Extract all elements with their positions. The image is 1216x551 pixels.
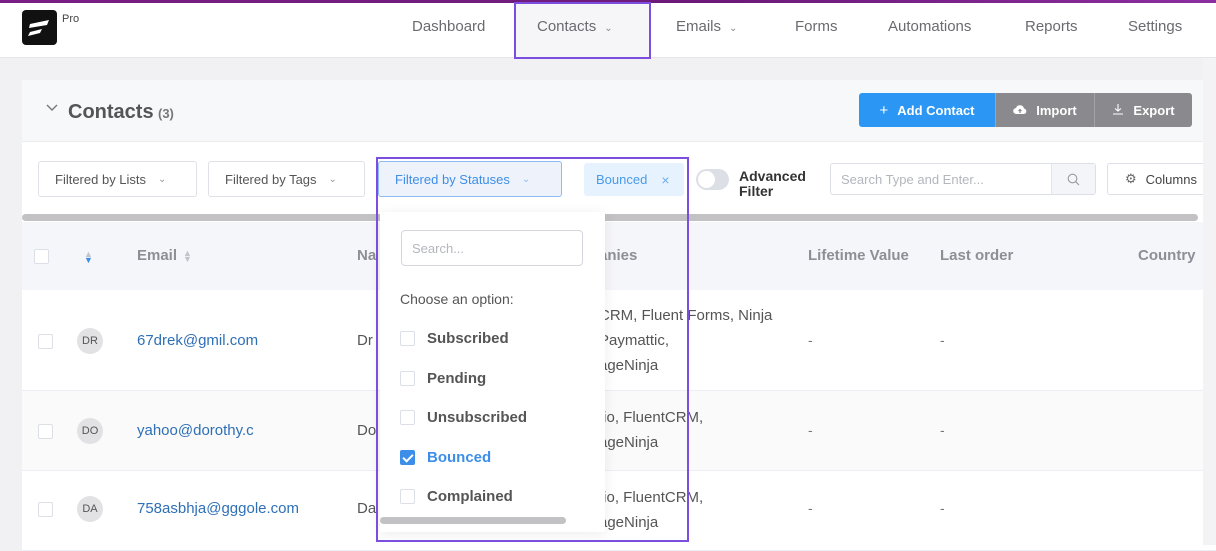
- row-checkbox[interactable]: [38, 334, 53, 349]
- contact-email-link[interactable]: yahoo@dorothy.c: [137, 422, 254, 439]
- chevron-down-icon: ⌄: [158, 173, 167, 185]
- nav-forms-label: Forms: [795, 18, 838, 35]
- download-icon: [1112, 102, 1124, 119]
- contact-email-link[interactable]: 758asbhja@gggole.com: [137, 500, 299, 517]
- column-header-name[interactable]: Na: [357, 247, 376, 264]
- columns-button[interactable]: ⚙ Columns: [1107, 163, 1216, 195]
- nav-dashboard-label: Dashboard: [412, 18, 486, 35]
- avatar: DO: [77, 418, 103, 444]
- chevron-down-icon: ⌄: [729, 23, 738, 34]
- import-label: Import: [1036, 102, 1077, 118]
- contact-name: Do: [357, 422, 377, 439]
- column-header-country[interactable]: Country: [1138, 247, 1196, 264]
- filter-tags-label: Filtered by Tags: [225, 171, 317, 187]
- nav-reports[interactable]: Reports: [1025, 18, 1078, 35]
- columns-label: Columns: [1145, 171, 1197, 187]
- nav-contacts-label: Contacts: [537, 18, 597, 35]
- advanced-filter-label: Advanced Filter: [739, 169, 806, 199]
- search-button[interactable]: [1051, 164, 1095, 194]
- fluent-logo-icon[interactable]: [22, 10, 57, 45]
- pro-badge: Pro: [62, 13, 80, 25]
- lifetime-value: -: [808, 332, 813, 348]
- lifetime-value: -: [808, 422, 813, 438]
- contact-email-link[interactable]: 67drek@gmil.com: [137, 332, 258, 349]
- row-checkbox[interactable]: [38, 424, 53, 439]
- collapse-chevron-icon[interactable]: [46, 102, 58, 114]
- column-header-last-order[interactable]: Last order: [940, 247, 1013, 264]
- panel-header: Contacts (3) + Add Contact Import Export: [22, 80, 1216, 142]
- filter-lists-label: Filtered by Lists: [55, 171, 147, 187]
- select-all-checkbox[interactable]: [34, 249, 49, 264]
- avatar: DR: [77, 328, 103, 354]
- cloud-upload-icon: [1013, 102, 1027, 119]
- column-header-lifetime-value[interactable]: Lifetime Value: [808, 247, 909, 264]
- page-edge: [1203, 58, 1216, 545]
- nav-reports-label: Reports: [1025, 18, 1078, 35]
- nav-forms[interactable]: Forms: [795, 18, 838, 35]
- page-title: Contacts: [68, 101, 154, 123]
- contact-name: Dr: [357, 332, 373, 349]
- advanced-filter-label-line1: Advanced: [739, 168, 806, 184]
- contact-name: Da: [357, 500, 377, 517]
- nav-settings-label: Settings: [1128, 18, 1183, 35]
- add-contact-button[interactable]: + Add Contact: [859, 93, 995, 127]
- filter-by-tags-dropdown[interactable]: Filtered by Tags ⌄: [208, 161, 365, 197]
- contact-search: [830, 163, 1096, 195]
- lifetime-value: -: [808, 500, 813, 516]
- export-label: Export: [1133, 102, 1175, 118]
- column-header-email[interactable]: Email ▲ ▼: [137, 247, 192, 264]
- last-order: -: [940, 422, 945, 438]
- plus-icon: +: [879, 101, 889, 119]
- nav-contacts[interactable]: Contacts ⌄: [537, 18, 613, 35]
- chevron-down-icon: ⌄: [604, 23, 613, 34]
- search-icon: [1067, 173, 1080, 185]
- import-button[interactable]: Import: [995, 93, 1094, 127]
- sort-icon[interactable]: ▲ ▼: [84, 250, 93, 265]
- contact-search-input[interactable]: [831, 164, 1051, 194]
- sort-icon[interactable]: ▲ ▼: [183, 249, 192, 264]
- nav-dashboard[interactable]: Dashboard: [412, 18, 485, 35]
- add-contact-label: Add Contact: [897, 102, 975, 118]
- nav-emails[interactable]: Emails ⌄: [676, 18, 737, 35]
- row-checkbox[interactable]: [38, 502, 53, 517]
- last-order: -: [940, 500, 945, 516]
- chevron-down-icon: ⌄: [328, 173, 337, 185]
- email-header-label: Email: [137, 247, 178, 264]
- contacts-count: (3): [158, 106, 174, 121]
- filter-by-lists-dropdown[interactable]: Filtered by Lists ⌄: [38, 161, 197, 197]
- nav-settings[interactable]: Settings: [1128, 18, 1182, 35]
- action-button-group: + Add Contact Import Export: [859, 93, 1192, 127]
- last-order: -: [940, 332, 945, 348]
- export-button[interactable]: Export: [1094, 93, 1192, 127]
- top-navigation-bar: Pro Dashboard Contacts ⌄ Emails ⌄ Forms Au…: [0, 0, 1216, 59]
- status-filter-highlight: [376, 157, 689, 542]
- nav-emails-label: Emails: [676, 18, 722, 35]
- nav-automations[interactable]: Automations: [888, 18, 971, 35]
- gear-icon: ⚙: [1125, 171, 1137, 186]
- avatar: DA: [77, 496, 103, 522]
- advanced-filter-toggle[interactable]: [696, 169, 729, 190]
- nav-automations-label: Automations: [888, 18, 972, 35]
- advanced-filter-label-line2: Filter: [739, 183, 774, 199]
